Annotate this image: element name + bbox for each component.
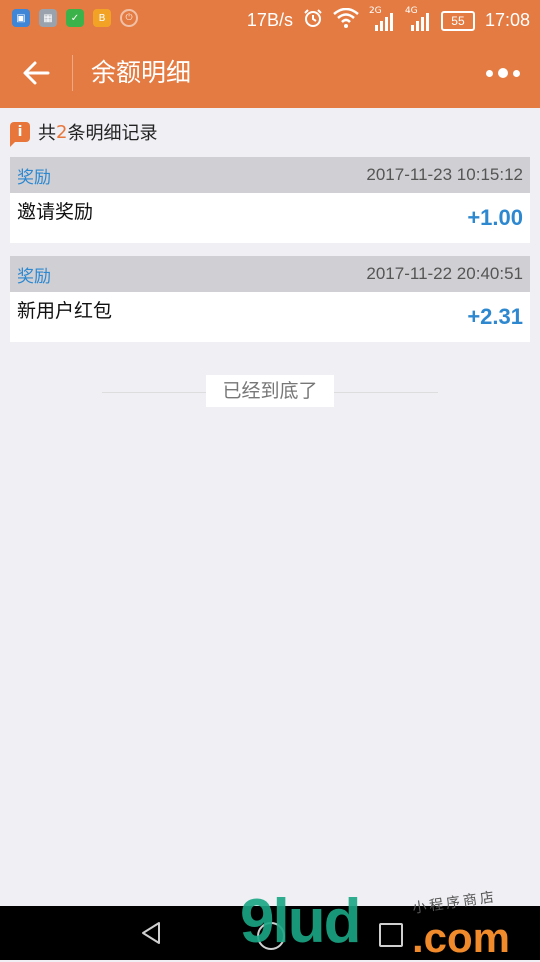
page-title: 余额明细 (91, 58, 192, 87)
record-name: 邀请奖励 (17, 201, 94, 223)
summary-prefix: 共 (38, 123, 56, 144)
record-time: 2017-11-23 10:15:12 (366, 165, 523, 184)
record-body: 邀请奖励 +1.00 (10, 193, 530, 243)
more-dots-icon (486, 69, 493, 77)
record-type: 奖励 (17, 266, 51, 287)
record-amount: +2.31 (467, 304, 523, 329)
record-summary: i 共 2 条明细记录 (10, 120, 158, 147)
triangle-back-icon[interactable] (138, 920, 164, 946)
end-of-list-label: 已经到底了 (206, 375, 334, 407)
record-header: 奖励 2017-11-23 10:15:12 (10, 157, 530, 193)
signal-2g-icon: 2G (369, 6, 395, 32)
more-dots-icon (513, 69, 520, 77)
power-icon: ⏻ (120, 9, 138, 27)
record-amount: +1.00 (467, 205, 523, 230)
back-button[interactable] (20, 56, 54, 90)
bitcoin-icon: B (93, 9, 111, 27)
record-type: 奖励 (17, 167, 51, 188)
more-button[interactable] (486, 64, 520, 82)
wallet-icon: ▣ (12, 9, 30, 27)
image-icon: ▦ (39, 9, 57, 27)
status-right: 17B/s 2G 4G 55 17:08 (246, 6, 530, 33)
wifi-icon (333, 7, 359, 33)
record-name: 新用户红包 (17, 300, 113, 322)
watermark-logo: 9lud 小程序商店 .com (240, 886, 540, 961)
shield-icon: ✓ (66, 9, 84, 27)
record-time: 2017-11-22 20:40:51 (366, 264, 523, 283)
record-body: 新用户红包 +2.31 (10, 292, 530, 342)
net-speed: 17B/s (246, 10, 293, 30)
nav-bar: 余额明细 (0, 38, 540, 108)
record-item[interactable]: 奖励 2017-11-23 10:15:12 邀请奖励 +1.00 (10, 157, 530, 243)
watermark-left: 9lud (240, 887, 361, 956)
info-icon: i (10, 122, 30, 147)
signal-4g-icon: 4G (405, 6, 431, 32)
record-item[interactable]: 奖励 2017-11-22 20:40:51 新用户红包 +2.31 (10, 256, 530, 342)
status-notification-icons: ▣ ▦ ✓ B ⏻ (12, 9, 138, 27)
nav-divider (72, 55, 73, 91)
status-bar: ▣ ▦ ✓ B ⏻ 17B/s 2G 4G 55 17:08 (0, 0, 540, 38)
clock: 17:08 (484, 10, 530, 30)
arrow-left-icon (23, 61, 50, 85)
battery-icon: 55 (440, 10, 475, 31)
record-header: 奖励 2017-11-22 20:40:51 (10, 256, 530, 292)
alarm-icon (303, 8, 323, 33)
more-dots-icon (498, 68, 508, 78)
summary-count: 2 (56, 121, 68, 143)
summary-suffix: 条明细记录 (67, 123, 158, 144)
watermark-right: .com (412, 914, 511, 961)
